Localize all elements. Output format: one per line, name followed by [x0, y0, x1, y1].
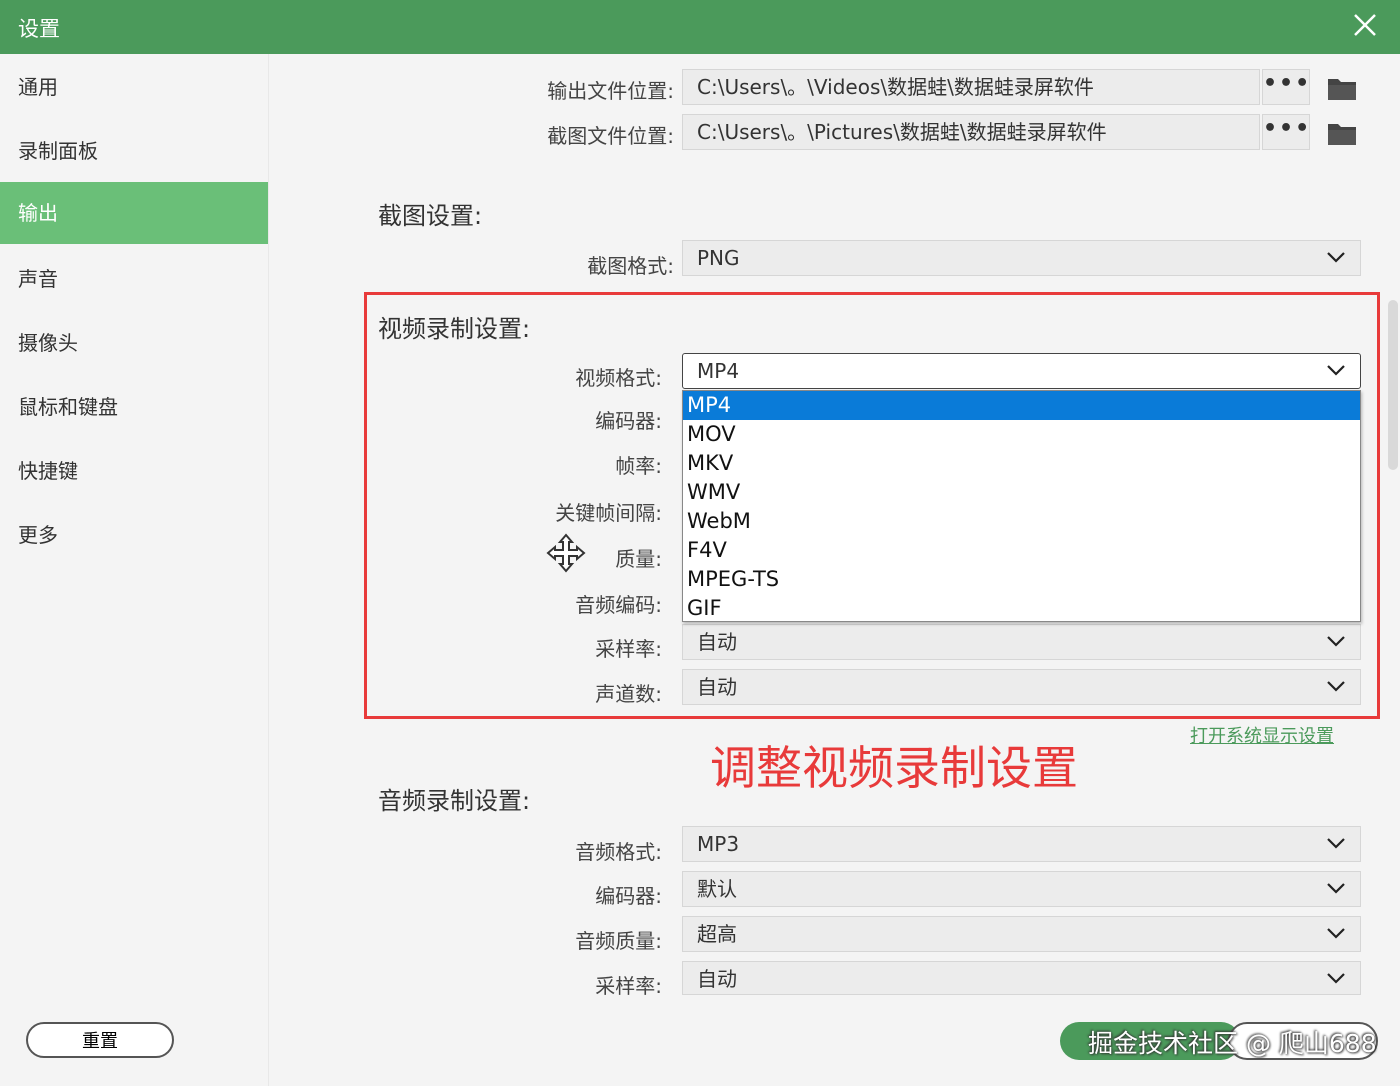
sidebar: 通用 录制面板 输出 声音 摄像头 鼠标和键盘 快捷键 更多	[0, 54, 269, 1086]
chevron-down-icon	[1327, 838, 1345, 849]
framerate-label: 帧率:	[615, 454, 662, 478]
chevron-down-icon	[1327, 252, 1345, 263]
title-bar: 设置	[0, 0, 1400, 54]
video-format-value: MP4	[697, 359, 740, 383]
video-sample-rate-label: 采样率:	[595, 637, 662, 661]
move-cursor-icon	[546, 533, 586, 573]
screenshot-section-title: 截图设置:	[378, 202, 483, 230]
audio-encoder-select[interactable]: 默认	[682, 871, 1361, 907]
image-path-label: 截图文件位置:	[547, 124, 674, 148]
sidebar-item-hotkeys[interactable]: 快捷键	[0, 440, 268, 502]
video-format-label: 视频格式:	[575, 366, 662, 390]
chevron-down-icon	[1327, 681, 1345, 692]
sidebar-item-mouse-keyboard[interactable]: 鼠标和键盘	[0, 376, 268, 438]
audio-quality-label: 音频质量:	[575, 929, 662, 953]
audio-format-label: 音频格式:	[575, 840, 662, 864]
audio-format-value: MP3	[697, 832, 740, 856]
audio-sample-rate-value: 自动	[697, 967, 737, 991]
audio-quality-value: 超高	[697, 922, 737, 946]
video-sample-rate-select[interactable]: 自动	[682, 624, 1361, 660]
reset-button[interactable]: 重置	[26, 1022, 174, 1058]
scrollbar-thumb[interactable]	[1388, 300, 1398, 470]
dropdown-option-gif[interactable]: GIF	[683, 594, 1360, 623]
dropdown-option-webm[interactable]: WebM	[683, 507, 1360, 536]
sidebar-item-output[interactable]: 输出	[0, 182, 268, 244]
image-path-field[interactable]: C:\Users\。\Pictures\数据蛙\数据蛙录屏软件	[682, 114, 1260, 150]
video-format-select[interactable]: MP4	[682, 353, 1361, 389]
screenshot-format-value: PNG	[697, 246, 740, 270]
dropdown-option-mkv[interactable]: MKV	[683, 449, 1360, 478]
audio-encoder-value: 默认	[697, 877, 737, 901]
annotation-text: 调整视频录制设置	[710, 741, 1078, 795]
chevron-down-icon	[1327, 928, 1345, 939]
audio-sample-rate-label: 采样率:	[595, 974, 662, 998]
dropdown-option-mov[interactable]: MOV	[683, 420, 1360, 449]
dropdown-option-wmv[interactable]: WMV	[683, 478, 1360, 507]
channels-value: 自动	[697, 675, 737, 699]
folder-icon[interactable]	[1327, 120, 1357, 146]
sidebar-item-recording-panel[interactable]: 录制面板	[0, 120, 268, 182]
sidebar-item-sound[interactable]: 声音	[0, 248, 268, 310]
watermark-text: 掘金技术社区 @ 爬山688	[1088, 1029, 1377, 1058]
video-section-title: 视频录制设置:	[378, 315, 531, 343]
video-path-field[interactable]: C:\Users\。\Videos\数据蛙\数据蛙录屏软件	[682, 69, 1260, 105]
audio-quality-select[interactable]: 超高	[682, 916, 1361, 952]
video-format-dropdown: MP4 MOV MKV WMV WebM F4V MPEG-TS GIF	[682, 390, 1361, 622]
chevron-down-icon	[1327, 636, 1345, 647]
audio-codec-label: 音频编码:	[575, 593, 662, 617]
dropdown-option-f4v[interactable]: F4V	[683, 536, 1360, 565]
open-display-settings-link[interactable]: 打开系统显示设置	[1190, 722, 1334, 748]
sidebar-item-camera[interactable]: 摄像头	[0, 312, 268, 374]
channels-label: 声道数:	[595, 682, 662, 706]
channels-select[interactable]: 自动	[682, 669, 1361, 705]
chevron-down-icon	[1327, 883, 1345, 894]
audio-section-title: 音频录制设置:	[378, 787, 531, 815]
video-path-label: 输出文件位置:	[547, 79, 674, 103]
image-path-browse-button[interactable]: •••	[1262, 114, 1310, 150]
dropdown-option-mpeg-ts[interactable]: MPEG-TS	[683, 565, 1360, 594]
video-path-browse-button[interactable]: •••	[1262, 69, 1310, 105]
encoder-label: 编码器:	[595, 409, 662, 433]
audio-sample-rate-select[interactable]: 自动	[682, 961, 1361, 995]
audio-encoder-label: 编码器:	[595, 884, 662, 908]
sidebar-item-general[interactable]: 通用	[0, 56, 268, 118]
dropdown-option-mp4[interactable]: MP4	[683, 391, 1360, 420]
sidebar-item-more[interactable]: 更多	[0, 504, 268, 566]
close-icon[interactable]	[1350, 10, 1380, 40]
window-title: 设置	[18, 17, 60, 41]
keyframe-interval-label: 关键帧间隔:	[555, 501, 662, 525]
screenshot-format-select[interactable]: PNG	[682, 240, 1361, 276]
folder-icon[interactable]	[1327, 75, 1357, 101]
video-sample-rate-value: 自动	[697, 630, 737, 654]
chevron-down-icon	[1327, 365, 1345, 376]
screenshot-format-label: 截图格式:	[587, 254, 674, 278]
chevron-down-icon	[1327, 973, 1345, 984]
audio-format-select[interactable]: MP3	[682, 826, 1361, 862]
